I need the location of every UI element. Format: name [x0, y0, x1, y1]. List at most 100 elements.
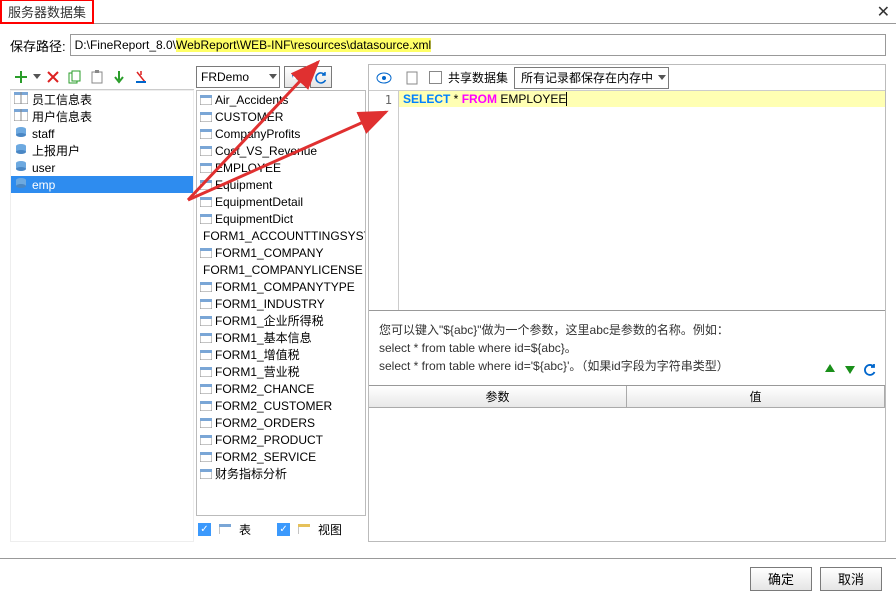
cancel-button[interactable]: 取消 — [820, 567, 882, 591]
add-dropdown[interactable] — [32, 66, 42, 88]
share-label: 共享数据集 — [448, 69, 508, 86]
table-icon — [200, 452, 212, 462]
table-icon — [200, 418, 212, 428]
table-icon — [200, 129, 212, 139]
table-icon — [200, 163, 212, 173]
line-gutter: 1 — [369, 91, 399, 310]
table-item[interactable]: CompanyProfits — [197, 125, 365, 142]
table-item[interactable]: FORM2_ORDERS — [197, 414, 365, 431]
table-icon — [200, 384, 212, 394]
sql-toolbar: 共享数据集 所有记录都保存在内存中 — [369, 65, 885, 91]
grid-icon — [14, 109, 28, 124]
table-item[interactable]: FORM1_INDUSTRY — [197, 295, 365, 312]
table-icon — [200, 146, 212, 156]
sql-line-1: SELECT * FROM EMPLOYEE — [399, 91, 885, 107]
save-path-label: 保存路径: — [10, 36, 66, 55]
table-icon — [200, 401, 212, 411]
table-icon — [200, 180, 212, 190]
table-item[interactable]: FORM2_CHANCE — [197, 380, 365, 397]
preview-button[interactable] — [373, 67, 395, 89]
table-item[interactable]: FORM1_营业税 — [197, 363, 365, 380]
sql-editor[interactable]: 1 SELECT * FROM EMPLOYEE — [369, 91, 885, 311]
table-item[interactable]: Cost_VS_Revenue — [197, 142, 365, 159]
dataset-item[interactable]: user — [11, 159, 193, 176]
table-item[interactable]: FORM1_企业所得税 — [197, 312, 365, 329]
delete-button[interactable] — [42, 66, 64, 88]
table-item[interactable]: 财务指标分析 — [197, 465, 365, 482]
param-up-icon[interactable] — [823, 362, 837, 381]
dialog-footer: 确定 取消 — [0, 558, 896, 598]
window-title: 服务器数据集 — [0, 0, 94, 24]
dataset-toolbar — [10, 64, 194, 90]
table-icon — [200, 367, 212, 377]
table-item[interactable]: CUSTOMER — [197, 108, 365, 125]
connection-dropdown[interactable]: FRDemo — [196, 66, 280, 88]
clear-button[interactable] — [130, 66, 152, 88]
save-path-row: 保存路径: D:\FineReport_8.0\WebReport\WEB-IN… — [0, 24, 896, 64]
page-button[interactable] — [401, 67, 423, 89]
table-icon — [200, 214, 212, 224]
save-path-input[interactable]: D:\FineReport_8.0\WebReport\WEB-INF\reso… — [70, 34, 886, 56]
dataset-list[interactable]: 员工信息表用户信息表staff上报用户useremp — [10, 90, 194, 542]
table-item[interactable]: FORM1_COMPANYTYPE — [197, 278, 365, 295]
table-icon — [200, 197, 212, 207]
table-list[interactable]: Air_AccidentsCUSTOMERCompanyProfitsCost_… — [196, 90, 366, 516]
views-checkbox[interactable]: ✓ — [277, 523, 290, 536]
dataset-item[interactable]: staff — [11, 125, 193, 142]
table-icon — [200, 112, 212, 122]
view-icon — [298, 524, 310, 534]
dataset-item[interactable]: 上报用户 — [11, 142, 193, 159]
dataset-item[interactable]: 员工信息表 — [11, 91, 193, 108]
table-icon — [200, 282, 212, 292]
param-table-body[interactable] — [369, 408, 885, 541]
table-icon — [200, 469, 212, 479]
table-item[interactable]: FORM1_基本信息 — [197, 329, 365, 346]
refresh-tables-button[interactable] — [310, 66, 332, 88]
table-icon — [200, 333, 212, 343]
memory-mode-dropdown[interactable]: 所有记录都保存在内存中 — [514, 67, 669, 89]
db-icon — [14, 126, 28, 141]
table-icon — [200, 350, 212, 360]
move-down-button[interactable] — [108, 66, 130, 88]
param-col-name: 参数 — [369, 386, 627, 407]
table-item[interactable]: FORM1_ACCOUNTTINGSYSTEM — [197, 227, 365, 244]
close-icon[interactable]: ✕ — [877, 2, 890, 22]
table-item[interactable]: FORM2_SERVICE — [197, 448, 365, 465]
table-item[interactable]: FORM2_PRODUCT — [197, 431, 365, 448]
param-down-icon[interactable] — [843, 362, 857, 381]
table-item[interactable]: FORM1_COMPANYLICENSE — [197, 261, 365, 278]
table-item[interactable]: Air_Accidents — [197, 91, 365, 108]
db-icon — [14, 143, 28, 158]
param-col-value: 值 — [627, 386, 885, 407]
paste-button[interactable] — [86, 66, 108, 88]
table-toolbar: FRDemo — [196, 64, 366, 90]
table-icon — [200, 316, 212, 326]
dataset-item[interactable]: 用户信息表 — [11, 108, 193, 125]
table-icon — [200, 95, 212, 105]
table-item[interactable]: EMPLOYEE — [197, 159, 365, 176]
settings-button[interactable] — [284, 66, 306, 88]
table-item[interactable]: EquipmentDetail — [197, 193, 365, 210]
db-icon — [14, 160, 28, 175]
param-refresh-icon[interactable] — [863, 362, 877, 381]
dataset-item[interactable]: emp — [11, 176, 193, 193]
table-icon — [200, 299, 212, 309]
table-item[interactable]: FORM2_CUSTOMER — [197, 397, 365, 414]
param-hint: 您可以键入"${abc}"做为一个参数，这里abc是参数的名称。例如： sele… — [369, 311, 885, 385]
table-item[interactable]: EquipmentDict — [197, 210, 365, 227]
tables-checkbox[interactable]: ✓ — [198, 523, 211, 536]
table-icon — [200, 248, 212, 258]
table-item[interactable]: FORM1_增值税 — [197, 346, 365, 363]
table-filter-row: ✓ 表 ✓ 视图 — [196, 516, 366, 542]
table-item[interactable]: FORM1_COMPANY — [197, 244, 365, 261]
param-table: 参数 值 — [369, 385, 885, 541]
share-checkbox[interactable] — [429, 71, 442, 84]
ok-button[interactable]: 确定 — [750, 567, 812, 591]
table-item[interactable]: Equipment — [197, 176, 365, 193]
table-icon — [219, 524, 231, 534]
table-icon — [200, 435, 212, 445]
add-button[interactable] — [10, 66, 32, 88]
copy-button[interactable] — [64, 66, 86, 88]
db-icon — [14, 177, 28, 192]
window-titlebar: 服务器数据集 ✕ — [0, 0, 896, 24]
